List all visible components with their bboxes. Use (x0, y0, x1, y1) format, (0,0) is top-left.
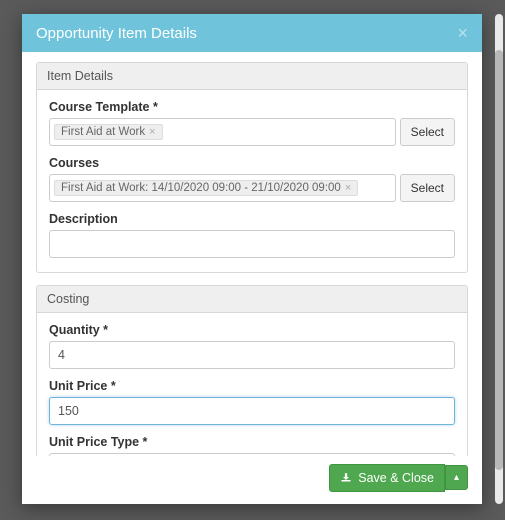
course-template-select-button[interactable]: Select (400, 118, 455, 146)
panel-item-details: Item Details Course Template * First Aid… (36, 62, 468, 273)
label-course-template: Course Template * (49, 100, 455, 114)
form-group-course-template: Course Template * First Aid at Work × Se… (49, 100, 455, 146)
courses-tag: First Aid at Work: 14/10/2020 09:00 - 21… (54, 180, 358, 196)
courses-tag-text: First Aid at Work: 14/10/2020 09:00 - 21… (61, 182, 341, 194)
panel-heading-costing: Costing (37, 286, 467, 313)
course-template-tag-text: First Aid at Work (61, 126, 145, 138)
scrollbar-thumb[interactable] (495, 50, 503, 470)
modal-dialog: Opportunity Item Details × Item Details … (22, 14, 482, 504)
label-courses: Courses (49, 156, 455, 170)
save-close-label: Save & Close (358, 471, 434, 485)
modal-footer: Save & Close ▴ (22, 456, 482, 505)
panel-heading-item-details: Item Details (37, 63, 467, 90)
modal-title: Opportunity Item Details (36, 25, 197, 42)
scrollbar-track (495, 14, 503, 504)
label-description: Description (49, 212, 455, 226)
courses-input[interactable]: First Aid at Work: 14/10/2020 09:00 - 21… (49, 174, 396, 202)
remove-tag-icon[interactable]: × (345, 182, 351, 194)
panel-costing: Costing Quantity * Unit Price * Unit Pri… (36, 285, 468, 456)
form-group-courses: Courses First Aid at Work: 14/10/2020 09… (49, 156, 455, 202)
unit-price-input[interactable] (49, 397, 455, 425)
save-close-dropdown-button[interactable]: ▴ (445, 465, 468, 490)
modal-header: Opportunity Item Details × (22, 14, 482, 52)
form-group-description: Description (49, 212, 455, 258)
form-group-unit-price: Unit Price * (49, 379, 455, 425)
form-group-unit-price-type: Unit Price Type * Delegate ▼ (49, 435, 455, 456)
label-unit-price: Unit Price * (49, 379, 455, 393)
close-icon[interactable]: × (457, 24, 468, 42)
caret-up-icon: ▴ (454, 472, 459, 483)
panel-body-item-details: Course Template * First Aid at Work × Se… (37, 90, 467, 272)
course-template-tag: First Aid at Work × (54, 124, 163, 140)
modal-body: Item Details Course Template * First Aid… (22, 52, 482, 456)
save-icon (340, 471, 352, 486)
description-input[interactable] (49, 230, 455, 258)
courses-select-button[interactable]: Select (400, 174, 455, 202)
label-unit-price-type: Unit Price Type * (49, 435, 455, 449)
label-quantity: Quantity * (49, 323, 455, 337)
quantity-input[interactable] (49, 341, 455, 369)
save-close-button[interactable]: Save & Close (329, 464, 445, 493)
panel-body-costing: Quantity * Unit Price * Unit Price Type … (37, 313, 467, 456)
remove-tag-icon[interactable]: × (149, 126, 155, 138)
form-group-quantity: Quantity * (49, 323, 455, 369)
unit-price-type-select[interactable]: Delegate (49, 453, 455, 456)
course-template-input[interactable]: First Aid at Work × (49, 118, 396, 146)
